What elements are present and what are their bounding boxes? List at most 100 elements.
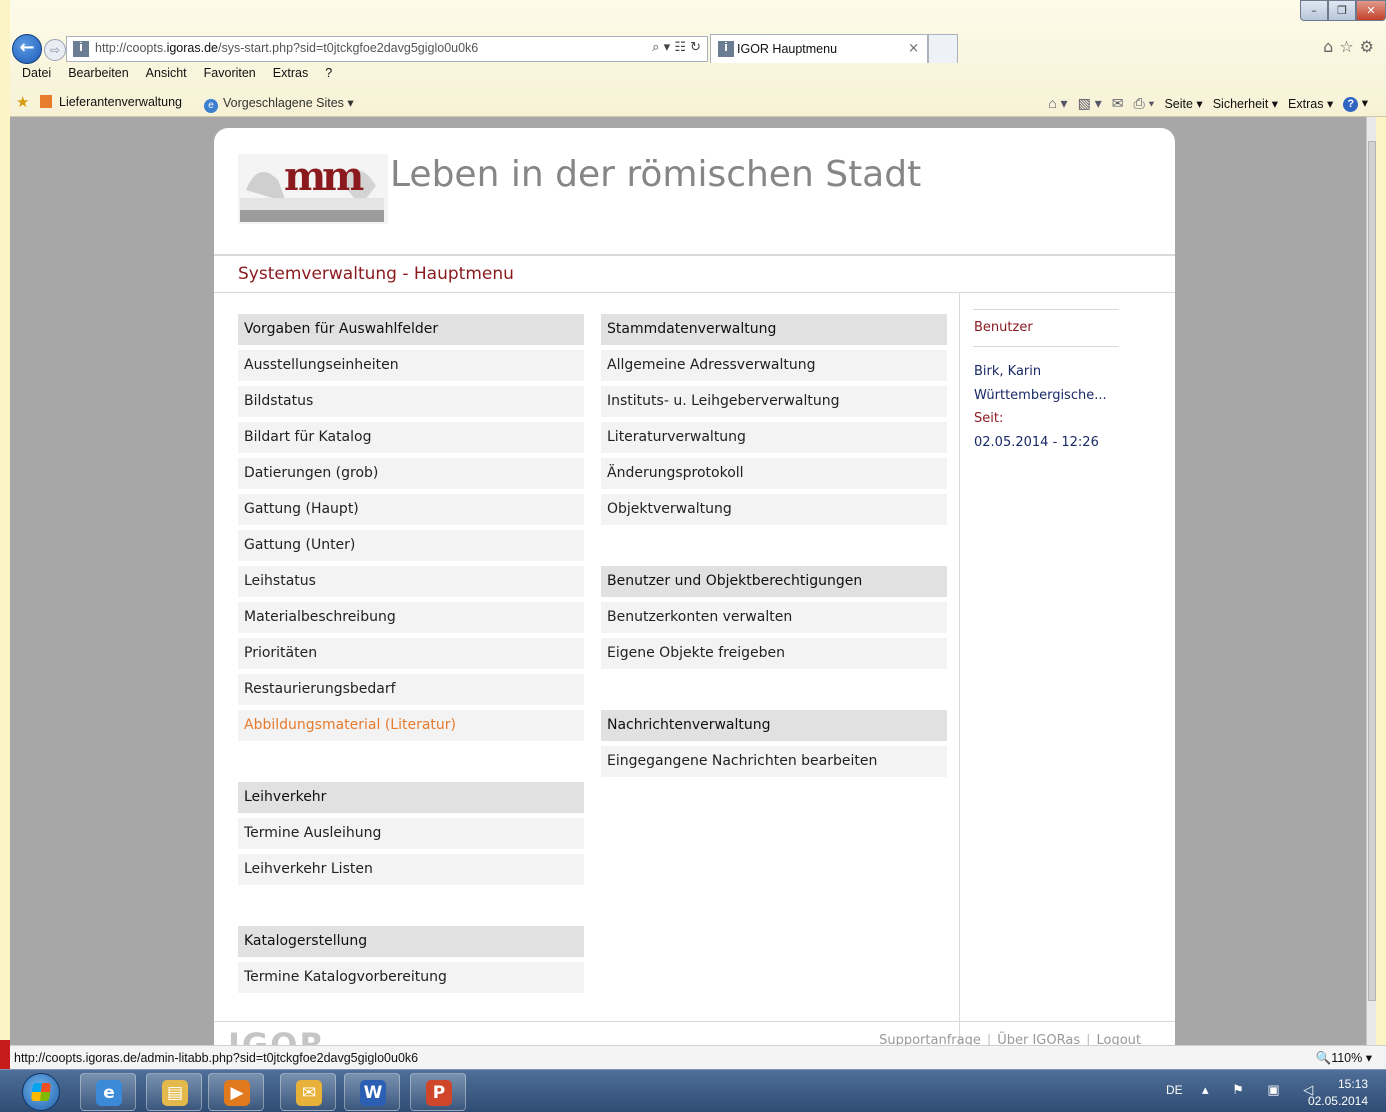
menu-item-adressverwaltung[interactable]: Allgemeine Adressverwaltung <box>601 350 947 381</box>
igor-footer-logo: IGOR <box>228 1026 327 1045</box>
menu-datei[interactable]: Datei <box>22 66 51 80</box>
page-title: Leben in der römischen Stadt <box>390 154 922 195</box>
group-header-katalogerstellung: Katalogerstellung <box>238 926 584 957</box>
help-menu[interactable]: ? ▾ <box>1343 95 1368 112</box>
menu-item-objekte-freigeben[interactable]: Eigene Objekte freigeben <box>601 638 947 669</box>
address-domain: igoras.de <box>166 41 219 55</box>
suggested-sites-label: Vorgeschlagene Sites ▾ <box>223 96 354 110</box>
group-header-leihverkehr: Leihverkehr <box>238 782 584 813</box>
menu-extras[interactable]: Extras <box>273 66 308 80</box>
menu-item-leihgeberverwaltung[interactable]: Instituts- u. Leihgeberverwaltung <box>601 386 947 417</box>
taskbar-file-explorer-button[interactable]: ▤ <box>146 1073 202 1111</box>
favorites-star-icon[interactable]: ★ <box>16 93 29 111</box>
footer-links: Supportanfrage | Über IGORas | Logout <box>879 1033 1141 1045</box>
tray-icons[interactable]: ▴ ⚑ ▣ ◁ <box>1202 1082 1323 1098</box>
menu-item-datierungen[interactable]: Datierungen (grob) <box>238 458 584 489</box>
taskbar-word-button[interactable]: W <box>344 1073 400 1111</box>
group-header-vorgaben: Vorgaben für Auswahlfelder <box>238 314 584 345</box>
feeds-icon[interactable]: ▧ ▾ <box>1078 95 1102 112</box>
menu-item-leihstatus[interactable]: Leihstatus <box>238 566 584 597</box>
new-tab-button[interactable] <box>928 34 958 63</box>
menu-item-leihverkehr-listen[interactable]: Leihverkehr Listen <box>238 854 584 885</box>
minimize-button[interactable]: – <box>1300 0 1328 21</box>
taskbar-media-player-button[interactable]: ▶ <box>208 1073 264 1111</box>
safety-menu[interactable]: Sicherheit ▾ <box>1213 96 1278 111</box>
tab-close-icon[interactable]: × <box>908 41 919 56</box>
menu-item-aenderungsprotokoll[interactable]: Änderungsprotokoll <box>601 458 947 489</box>
search-refresh-icons[interactable]: ⌕ ▾ ☷ ↻ <box>652 40 701 55</box>
menu-item-objektverwaltung[interactable]: Objektverwaltung <box>601 494 947 525</box>
group-header-stammdaten: Stammdatenverwaltung <box>601 314 947 345</box>
ie-icon: e <box>204 99 218 113</box>
about-link[interactable]: Über IGORas <box>997 1033 1080 1045</box>
address-bar[interactable]: İ http://coopts.igoras.de/sys-start.php?… <box>66 36 708 62</box>
menu-item-bildart[interactable]: Bildart für Katalog <box>238 422 584 453</box>
tab-igor-hauptmenu[interactable]: İ IGOR Hauptmenu × <box>710 34 928 63</box>
svg-text:m: m <box>322 153 364 200</box>
maximize-button[interactable]: ❐ <box>1328 0 1356 21</box>
menu-item-gattung-unter[interactable]: Gattung (Unter) <box>238 530 584 561</box>
home-icon[interactable]: ⌂ ▾ <box>1048 95 1067 112</box>
menu-favoriten[interactable]: Favoriten <box>204 66 256 80</box>
mail-icon[interactable]: ✉ <box>1112 95 1124 112</box>
group-header-nachrichten: Nachrichtenverwaltung <box>601 710 947 741</box>
page-menu[interactable]: Seite ▾ <box>1164 96 1202 111</box>
tools-menu[interactable]: Extras ▾ <box>1288 96 1333 111</box>
print-icon[interactable]: ⎙ ▾ <box>1133 95 1154 112</box>
menu-bearbeiten[interactable]: Bearbeiten <box>68 66 128 80</box>
user-institution: Württembergische... <box>974 387 1107 403</box>
site-icon: İ <box>73 41 89 57</box>
footer-divider <box>214 1021 1175 1022</box>
clock-time[interactable]: 15:13 <box>1338 1077 1368 1091</box>
help-icon: ? <box>1343 97 1359 112</box>
menu-item-abbildungsmaterial[interactable]: Abbildungsmaterial (Literatur) <box>238 710 584 741</box>
menu-item-nachrichten-bearbeiten[interactable]: Eingegangene Nachrichten bearbeiten <box>601 746 947 777</box>
internet-explorer-icon: e <box>96 1080 122 1106</box>
favorite-suggested-sites[interactable]: e Vorgeschlagene Sites ▾ <box>204 95 354 113</box>
taskbar-outlook-button[interactable]: ✉ <box>280 1073 336 1111</box>
browser-chrome: – ❐ ✕ ← ⇨ İ http://coopts.igoras.de/sys-… <box>10 0 1386 117</box>
status-url: http://coopts.igoras.de/admin-litabb.php… <box>14 1051 419 1065</box>
vertical-scrollbar[interactable] <box>1366 117 1376 1045</box>
support-link[interactable]: Supportanfrage <box>879 1033 981 1045</box>
menu-item-restaurierungsbedarf[interactable]: Restaurierungsbedarf <box>238 674 584 705</box>
user-since-value: 02.05.2014 - 12:26 <box>974 434 1099 450</box>
favorite-lieferantenverwaltung[interactable]: Lieferantenverwaltung <box>40 95 182 109</box>
status-bar: http://coopts.igoras.de/admin-litabb.php… <box>10 1045 1386 1069</box>
content-viewport: m m Leben in der römischen Stadt Systemv… <box>10 117 1376 1045</box>
left-menu-column: Vorgaben für Auswahlfelder Ausstellungse… <box>238 314 584 998</box>
logout-link[interactable]: Logout <box>1096 1033 1141 1045</box>
user-since-label: Seit: <box>974 411 1004 426</box>
menu-item-termine-ausleihung[interactable]: Termine Ausleihung <box>238 818 584 849</box>
menu-item-literaturverwaltung[interactable]: Literaturverwaltung <box>601 422 947 453</box>
address-suffix: /sys-start.php?sid=t0jtckgfoe2davg5giglo… <box>218 41 479 55</box>
forward-button[interactable]: ⇨ <box>44 39 66 61</box>
language-indicator[interactable]: DE <box>1166 1083 1183 1097</box>
menu-item-materialbeschreibung[interactable]: Materialbeschreibung <box>238 602 584 633</box>
desktop-edge <box>0 1040 10 1070</box>
taskbar-powerpoint-button[interactable]: P <box>410 1073 466 1111</box>
scrollbar-thumb[interactable] <box>1368 141 1376 1001</box>
close-window-button[interactable]: ✕ <box>1356 0 1386 21</box>
menu-item-bildstatus[interactable]: Bildstatus <box>238 386 584 417</box>
user-panel-heading: Benutzer <box>973 309 1119 347</box>
menu-item-gattung-haupt[interactable]: Gattung (Haupt) <box>238 494 584 525</box>
menu-item-termine-katalogvorbereitung[interactable]: Termine Katalogvorbereitung <box>238 962 584 993</box>
menu-ansicht[interactable]: Ansicht <box>146 66 187 80</box>
menu-item-ausstellungseinheiten[interactable]: Ausstellungseinheiten <box>238 350 584 381</box>
zoom-control[interactable]: 🔍110% ▾ <box>1316 1050 1372 1066</box>
taskbar-internet-explorer-button[interactable]: e <box>80 1073 136 1111</box>
menu-help[interactable]: ? <box>325 66 332 80</box>
home-favorites-settings-icons[interactable]: ⌂☆⚙ <box>1323 37 1380 56</box>
file-explorer-icon: ▤ <box>162 1080 188 1106</box>
system-tray: DE ▴ ⚑ ▣ ◁ 15:13 02.05.2014 <box>1150 1070 1386 1112</box>
clock-date[interactable]: 02.05.2014 <box>1308 1094 1368 1108</box>
address-row: ← ⇨ İ http://coopts.igoras.de/sys-start.… <box>10 32 1386 64</box>
menu-item-benutzerkonten[interactable]: Benutzerkonten verwalten <box>601 602 947 633</box>
back-button[interactable]: ← <box>12 34 42 64</box>
media-player-icon: ▶ <box>224 1080 250 1106</box>
menu-item-prioritaeten[interactable]: Prioritäten <box>238 638 584 669</box>
address-text[interactable]: http://coopts.igoras.de/sys-start.php?si… <box>95 41 478 55</box>
start-button[interactable] <box>22 1073 60 1111</box>
user-panel: Benutzer Birk, Karin Württembergische...… <box>973 309 1119 454</box>
